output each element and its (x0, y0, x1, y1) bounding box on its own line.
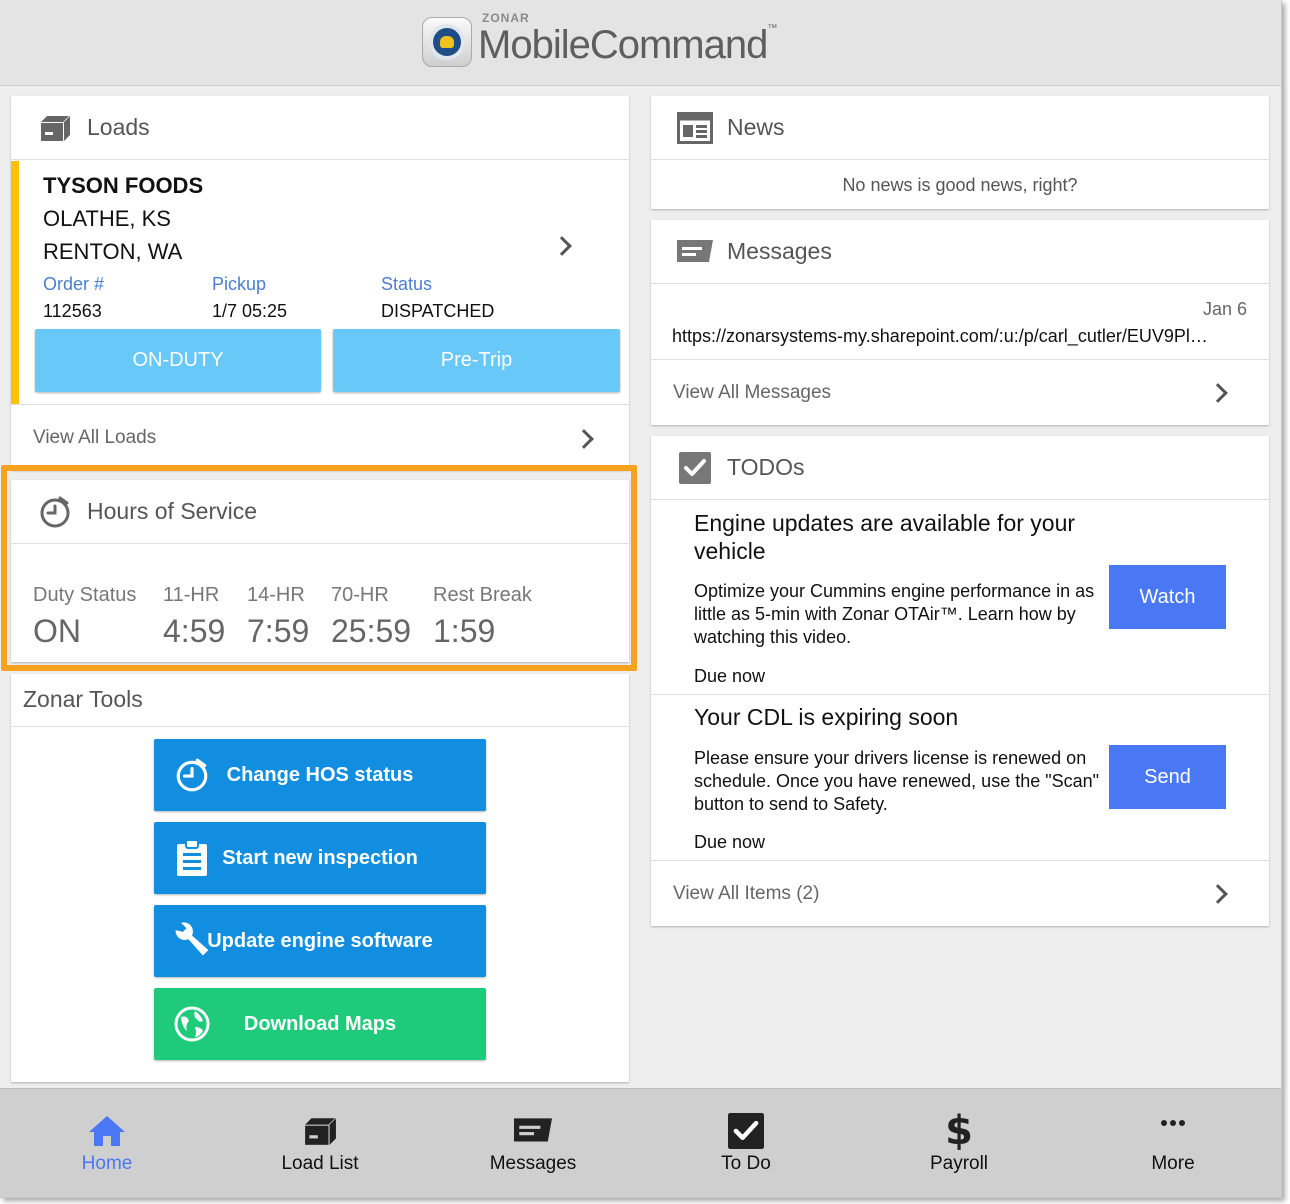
todo-item-cdl-expiring: Your CDL is expiring soon Please ensure … (651, 695, 1269, 861)
status-label: Status (381, 274, 433, 294)
message-item[interactable]: Jan 6 https://zonarsystems-my.sharepoint… (651, 285, 1269, 359)
clipboard-icon (172, 838, 212, 878)
pickup-label: Pickup (212, 274, 267, 294)
checkbox-icon (677, 450, 713, 486)
todo-title: Your CDL is expiring soon (694, 704, 959, 730)
wrench-icon (172, 921, 212, 961)
nav-more[interactable]: More (1066, 1089, 1280, 1197)
brand-main: MobileCommand (478, 22, 768, 67)
pickup-value: 1/7 05:25 (212, 301, 288, 321)
app-header: ZONAR MobileCommand™ (0, 0, 1281, 86)
dollar-icon: $ (945, 1108, 973, 1154)
news-title: News (727, 114, 785, 140)
chevron-right-icon (1208, 884, 1228, 904)
loads-header: Loads (11, 96, 629, 160)
nav-messages-label: Messages (489, 1153, 577, 1174)
news-header: News (651, 96, 1269, 160)
todos-header: TODOs (651, 436, 1269, 500)
message-date: Jan 6 (1202, 299, 1247, 319)
newspaper-icon (677, 110, 713, 146)
view-all-loads-label: View All Loads (33, 427, 157, 448)
nav-home-label: Home (81, 1153, 133, 1174)
nav-payroll[interactable]: $ Payroll (852, 1089, 1066, 1197)
load-item[interactable]: TYSON FOODS OLATHE, KS RENTON, WA Order … (11, 161, 629, 405)
view-all-messages-label: View All Messages (673, 382, 832, 403)
zonar-logo: ZONAR MobileCommand™ (422, 10, 777, 70)
nav-messages[interactable]: Messages (426, 1089, 640, 1197)
send-button[interactable]: Send (1109, 745, 1226, 809)
home-icon (85, 1111, 129, 1151)
order-value: 112563 (43, 301, 102, 321)
nav-home[interactable]: Home (0, 1089, 214, 1197)
brand-tm: ™ (767, 22, 777, 34)
view-all-items-label: View All Items (2) (673, 883, 820, 904)
timer-icon (172, 755, 212, 795)
globe-icon (172, 1004, 212, 1044)
zonar-tools-title: Zonar Tools (23, 686, 143, 712)
watch-button[interactable]: Watch (1109, 565, 1226, 629)
zonar-logo-icon (422, 17, 472, 67)
chevron-right-icon (1208, 383, 1228, 403)
update-engine-software-button[interactable]: Update engine software (154, 905, 486, 977)
load-origin: OLATHE, KS (43, 206, 171, 231)
view-all-items-link[interactable]: View All Items (2) (651, 861, 1269, 927)
zonar-tools-card: Zonar Tools Change HOS status Start new … (11, 674, 629, 1082)
todo-due: Due now (694, 832, 766, 852)
nav-load-list[interactable]: Load List (213, 1089, 427, 1197)
nav-more-label: More (1151, 1153, 1195, 1174)
news-card: News No news is good news, right? (651, 96, 1269, 209)
box-icon (298, 1111, 342, 1151)
message-icon (511, 1111, 555, 1151)
message-preview: https://zonarsystems-my.sharepoint.com/:… (672, 326, 1208, 346)
todo-description: Please ensure your drivers license is re… (694, 748, 1100, 814)
pre-trip-button[interactable]: Pre-Trip (333, 329, 620, 392)
todo-due: Due now (694, 666, 766, 686)
status-value: DISPATCHED (381, 301, 495, 321)
todos-card: TODOs Engine updates are available for y… (651, 436, 1269, 926)
messages-card: Messages Jan 6 https://zonarsystems-my.s… (651, 220, 1269, 425)
on-duty-button[interactable]: ON-DUTY (35, 329, 321, 392)
messages-title: Messages (727, 238, 832, 264)
messages-header: Messages (651, 220, 1269, 284)
hos-highlight-frame (1, 465, 637, 671)
loads-title: Loads (87, 114, 150, 140)
checkbox-icon (724, 1111, 768, 1151)
message-icon (677, 234, 713, 270)
brand-small: ZONAR (482, 10, 530, 25)
todo-description: Optimize your Cummins engine performance… (694, 581, 1095, 647)
chevron-right-icon (574, 429, 594, 449)
app-window: ZONAR MobileCommand™ Loads TYSON FOODS O… (0, 0, 1282, 1198)
todo-item-engine-update: Engine updates are available for your ve… (651, 501, 1269, 695)
chevron-right-icon[interactable] (552, 236, 572, 256)
load-customer: TYSON FOODS (43, 173, 204, 198)
start-inspection-button[interactable]: Start new inspection (154, 822, 486, 894)
loads-card: Loads TYSON FOODS OLATHE, KS RENTON, WA … (11, 96, 629, 470)
nav-todo-label: To Do (721, 1153, 771, 1174)
download-maps-button[interactable]: Download Maps (154, 988, 486, 1060)
view-all-messages-link[interactable]: View All Messages (651, 359, 1269, 425)
news-empty-text: No news is good news, right? (842, 175, 1078, 195)
order-label: Order # (43, 274, 105, 294)
box-icon (37, 110, 73, 146)
nav-load-list-label: Load List (281, 1153, 359, 1174)
load-destination: RENTON, WA (43, 239, 183, 264)
view-all-loads-link[interactable]: View All Loads (11, 404, 629, 470)
nav-todo[interactable]: To Do (639, 1089, 853, 1197)
nav-payroll-label: Payroll (929, 1153, 989, 1174)
change-hos-status-button[interactable]: Change HOS status (154, 739, 486, 811)
todos-title: TODOs (727, 454, 805, 480)
todo-title: Engine updates are available for your ve… (694, 510, 1076, 564)
more-dots-icon (1151, 1111, 1195, 1151)
bottom-nav: Home Load List Messages To Do $ Payroll (0, 1088, 1281, 1197)
